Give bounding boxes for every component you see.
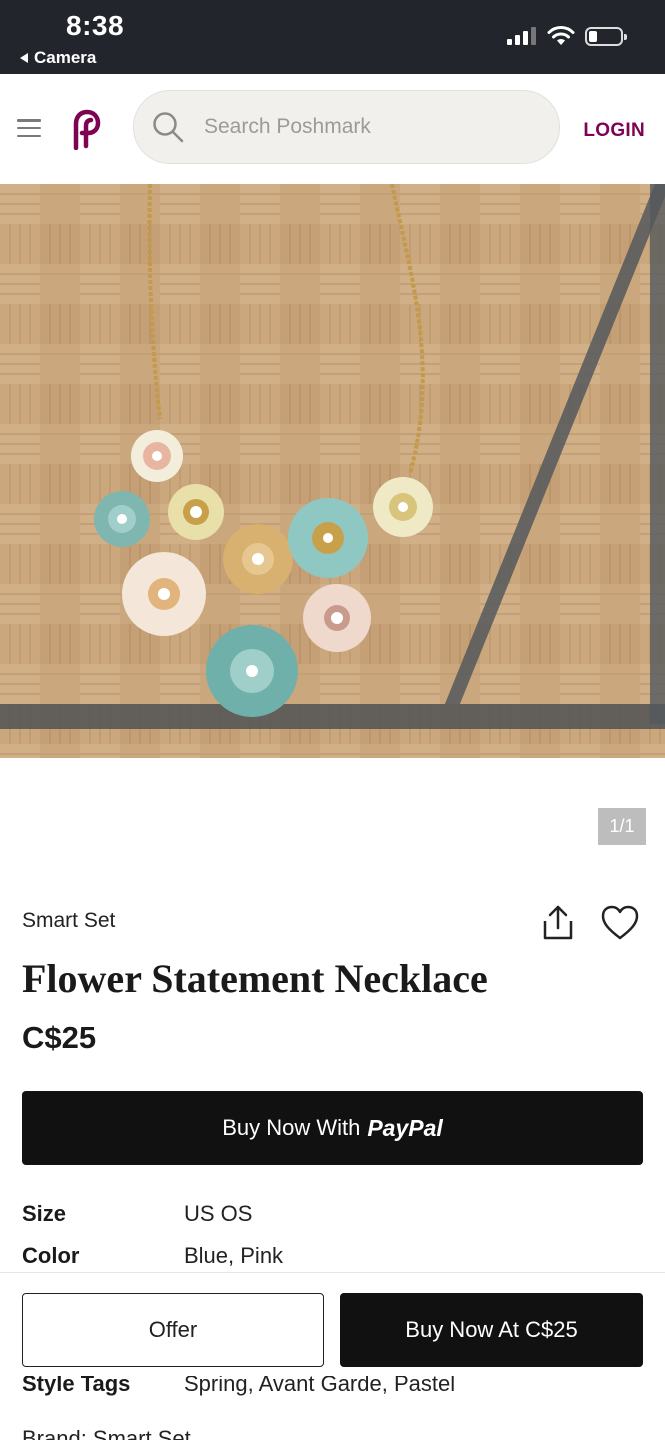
status-icons: [507, 26, 627, 46]
offer-button[interactable]: Offer: [22, 1293, 324, 1367]
detail-label: Size: [22, 1201, 67, 1226]
back-app-label: Camera: [34, 48, 97, 67]
buy-now-paypal-button[interactable]: Buy Now With PayPal: [22, 1091, 643, 1165]
brand-line[interactable]: Brand: Smart Set: [22, 1426, 642, 1440]
buy-now-button[interactable]: Buy Now At C$25: [340, 1293, 643, 1367]
back-to-app-button[interactable]: Camera: [20, 48, 96, 68]
status-time: 8:38: [66, 10, 125, 41]
search-icon: [153, 112, 184, 143]
necklace-photo-illustration: [0, 184, 665, 758]
share-icon[interactable]: [540, 904, 576, 942]
detail-row-size: Size US OS: [22, 1201, 642, 1227]
bottom-action-bar: Offer Buy Now At C$25: [0, 1272, 665, 1376]
search-bar[interactable]: [133, 90, 560, 164]
detail-label: Color: [22, 1243, 80, 1268]
heart-icon[interactable]: [600, 904, 640, 942]
photo-counter: 1/1: [598, 808, 646, 845]
status-bar: 8:38 Camera: [0, 0, 665, 74]
listing-price: C$25: [22, 1020, 97, 1055]
battery-icon: [585, 26, 627, 46]
menu-icon[interactable]: [17, 119, 41, 137]
listing-brand[interactable]: Smart Set: [22, 909, 115, 933]
listing-title: Flower Statement Necklace: [22, 956, 488, 1001]
cellular-signal-icon: [507, 27, 536, 45]
detail-value: Blue, Pink: [184, 1243, 284, 1268]
search-input[interactable]: [204, 115, 544, 139]
wifi-icon: [547, 26, 575, 45]
detail-row-color: Color Blue, Pink: [22, 1243, 642, 1269]
back-arrow-icon: [20, 53, 28, 63]
login-link[interactable]: LOGIN: [583, 120, 645, 142]
product-photo[interactable]: [0, 184, 665, 758]
paypal-button-label: Buy Now With: [222, 1115, 361, 1140]
paypal-logo-text: PayPal: [367, 1114, 443, 1141]
detail-value: US OS: [184, 1201, 253, 1226]
poshmark-logo-icon[interactable]: [64, 108, 106, 150]
app-header: LOGIN: [0, 74, 665, 184]
